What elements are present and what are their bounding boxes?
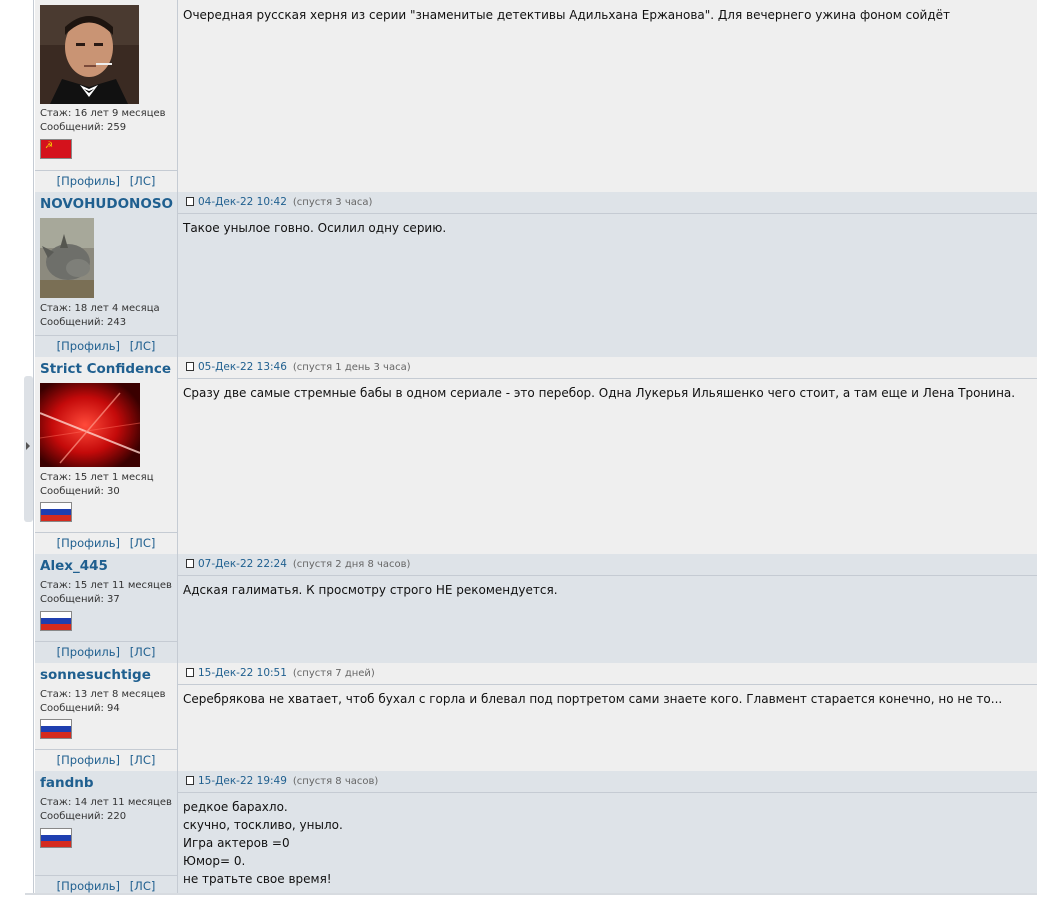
post-link-icon[interactable] bbox=[186, 362, 194, 371]
post-elapsed: (спустя 8 часов) bbox=[292, 776, 379, 787]
post: fandnb Стаж: 14 лет 11 месяцев Сообщений… bbox=[35, 771, 1037, 893]
private-message-link[interactable]: [ЛС] bbox=[130, 753, 156, 767]
post-content: 05-Дек-22 13:46 (спустя 1 день 3 часа) Ср… bbox=[178, 357, 1037, 554]
user-tenure: Стаж: 18 лет 4 месяца bbox=[40, 303, 160, 314]
chevron-right-icon bbox=[26, 442, 30, 450]
username[interactable]: NOVOHUDONOSO bbox=[40, 196, 173, 212]
user-links: [Профиль] [ЛС] bbox=[35, 335, 177, 356]
flag-icon bbox=[40, 719, 72, 739]
private-message-link[interactable]: [ЛС] bbox=[130, 879, 156, 893]
private-message-link[interactable]: [ЛС] bbox=[130, 536, 156, 550]
post-text-line: не тратьте свое время! bbox=[183, 872, 332, 886]
post-link-icon[interactable] bbox=[186, 776, 194, 785]
post-author-panel: Alex_445 Стаж: 15 лет 11 месяцев Сообщен… bbox=[35, 554, 178, 663]
post-content: 07-Дек-22 22:24 (спустя 2 дня 8 часов) Ад… bbox=[178, 554, 1037, 663]
post-meta: 15-Дек-22 19:49 (спустя 8 часов) bbox=[178, 771, 1037, 793]
profile-link[interactable]: [Профиль] bbox=[57, 879, 120, 893]
page-bottom-border bbox=[25, 893, 1037, 895]
frame-border bbox=[33, 0, 34, 893]
post-date[interactable]: 04-Дек-22 10:42 bbox=[198, 196, 287, 208]
private-message-link[interactable]: [ЛС] bbox=[130, 174, 156, 188]
post-link-icon[interactable] bbox=[186, 197, 194, 206]
username[interactable]: fandnb bbox=[40, 775, 94, 791]
post-date[interactable]: 15-Дек-22 10:51 bbox=[198, 667, 287, 679]
post-content: Очередная русская херня из серии "знамен… bbox=[178, 0, 1037, 192]
profile-link[interactable]: [Профиль] bbox=[57, 645, 120, 659]
post-author-panel: Strict Confidence Стаж: 15 лет 1 месяц С… bbox=[35, 357, 178, 554]
post: Alex_445 Стаж: 15 лет 11 месяцев Сообщен… bbox=[35, 554, 1037, 663]
post-text-line: редкое барахло. bbox=[183, 800, 288, 814]
post-text-line: Игра актеров =0 bbox=[183, 836, 290, 850]
username[interactable]: Alex_445 bbox=[40, 558, 108, 574]
username[interactable]: Strict Confidence bbox=[40, 361, 171, 377]
post-elapsed: (спустя 1 день 3 часа) bbox=[292, 362, 411, 373]
post: Strict Confidence Стаж: 15 лет 1 месяц С… bbox=[35, 357, 1037, 554]
post-content: 04-Дек-22 10:42 (спустя 3 часа) Такое уны… bbox=[178, 192, 1037, 357]
user-tenure: Стаж: 13 лет 8 месяцев bbox=[40, 689, 166, 700]
avatar[interactable] bbox=[40, 5, 139, 104]
user-tenure: Стаж: 15 лет 11 месяцев bbox=[40, 580, 172, 591]
flag-icon bbox=[40, 502, 72, 522]
flag-icon bbox=[40, 828, 72, 848]
post-link-icon[interactable] bbox=[186, 559, 194, 568]
user-message-count: Сообщений: 220 bbox=[40, 811, 127, 822]
post-date[interactable]: 05-Дек-22 13:46 bbox=[198, 361, 287, 373]
flag-icon bbox=[40, 611, 72, 631]
flag-icon: ☭ bbox=[40, 139, 72, 159]
user-links: [Профиль] [ЛС] bbox=[35, 749, 177, 770]
sidebar-toggle-handle[interactable] bbox=[24, 376, 33, 522]
user-tenure: Стаж: 16 лет 9 месяцев bbox=[40, 108, 166, 119]
post: NOVOHUDONOSO Стаж: 18 лет 4 месяца Сообщ… bbox=[35, 192, 1037, 357]
post-meta: 04-Дек-22 10:42 (спустя 3 часа) bbox=[178, 192, 1037, 214]
user-message-count: Сообщений: 243 bbox=[40, 317, 127, 328]
private-message-link[interactable]: [ЛС] bbox=[130, 645, 156, 659]
post-text: Сразу две самые стремные бабы в одном се… bbox=[183, 386, 1016, 400]
post-meta: 05-Дек-22 13:46 (спустя 1 день 3 часа) bbox=[178, 357, 1037, 379]
post-text-line: скучно, тоскливо, уныло. bbox=[183, 818, 343, 832]
user-message-count: Сообщений: 37 bbox=[40, 594, 120, 605]
post-text: Серебрякова не хватает, чтоб бухал с гор… bbox=[183, 692, 1003, 706]
post: sonnesuchtige Стаж: 13 лет 8 месяцев Соо… bbox=[35, 663, 1037, 771]
avatar[interactable] bbox=[40, 383, 140, 467]
post-author-panel: Стаж: 16 лет 9 месяцев Сообщений: 259 ☭ … bbox=[35, 0, 178, 192]
user-tenure: Стаж: 15 лет 1 месяц bbox=[40, 472, 154, 483]
post: Стаж: 16 лет 9 месяцев Сообщений: 259 ☭ … bbox=[35, 0, 1037, 192]
post-date[interactable]: 15-Дек-22 19:49 bbox=[198, 775, 287, 787]
post-link-icon[interactable] bbox=[186, 668, 194, 677]
post-author-panel: NOVOHUDONOSO Стаж: 18 лет 4 месяца Сообщ… bbox=[35, 192, 178, 357]
post-text: Такое унылое говно. Осилил одну серию. bbox=[183, 221, 447, 235]
private-message-link[interactable]: [ЛС] bbox=[130, 339, 156, 353]
user-links: [Профиль] [ЛС] bbox=[35, 641, 177, 662]
post-elapsed: (спустя 3 часа) bbox=[292, 197, 373, 208]
user-links: [Профиль] [ЛС] bbox=[35, 532, 177, 553]
post-text: Адская галиматья. К просмотру строго НЕ … bbox=[183, 583, 558, 597]
user-message-count: Сообщений: 30 bbox=[40, 486, 120, 497]
post-author-panel: sonnesuchtige Стаж: 13 лет 8 месяцев Соо… bbox=[35, 663, 178, 771]
post-author-panel: fandnb Стаж: 14 лет 11 месяцев Сообщений… bbox=[35, 771, 178, 893]
profile-link[interactable]: [Профиль] bbox=[57, 174, 120, 188]
user-message-count: Сообщений: 259 bbox=[40, 122, 127, 133]
post-meta: 15-Дек-22 10:51 (спустя 7 дней) bbox=[178, 663, 1037, 685]
user-links: [Профиль] [ЛС] bbox=[35, 170, 177, 191]
post-content: 15-Дек-22 10:51 (спустя 7 дней) Серебряко… bbox=[178, 663, 1037, 771]
post-content: 15-Дек-22 19:49 (спустя 8 часов) редкое б… bbox=[178, 771, 1037, 893]
username[interactable]: sonnesuchtige bbox=[40, 667, 151, 683]
post-date[interactable]: 07-Дек-22 22:24 bbox=[198, 558, 287, 570]
post-elapsed: (спустя 7 дней) bbox=[292, 668, 375, 679]
profile-link[interactable]: [Профиль] bbox=[57, 753, 120, 767]
profile-link[interactable]: [Профиль] bbox=[57, 536, 120, 550]
post-text-line: Юмор= 0. bbox=[183, 854, 246, 868]
profile-link[interactable]: [Профиль] bbox=[57, 339, 120, 353]
avatar[interactable] bbox=[40, 218, 94, 298]
post-elapsed: (спустя 2 дня 8 часов) bbox=[292, 559, 411, 570]
post-text: Очередная русская херня из серии "знамен… bbox=[183, 8, 951, 22]
post-meta: 07-Дек-22 22:24 (спустя 2 дня 8 часов) bbox=[178, 554, 1037, 576]
user-tenure: Стаж: 14 лет 11 месяцев bbox=[40, 797, 172, 808]
user-message-count: Сообщений: 94 bbox=[40, 703, 120, 714]
